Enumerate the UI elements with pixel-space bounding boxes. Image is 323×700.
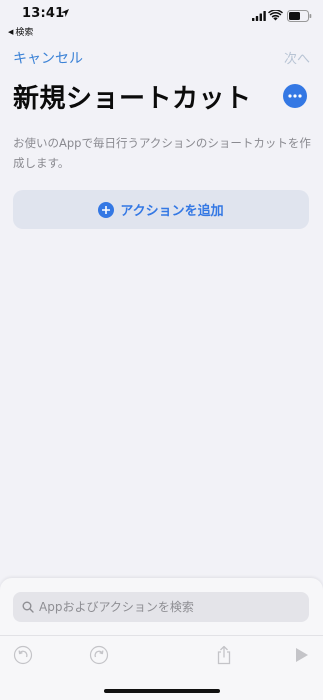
more-options-button[interactable] [283,84,307,108]
navigation-bar: キャンセル 次へ [0,46,323,68]
plus-circle-icon [98,201,115,218]
back-app-label: 検索 [15,28,34,38]
home-indicator [104,689,220,693]
status-time: 13:41 [22,6,65,21]
status-bar: 13:41 ◀ 検索 [0,0,323,38]
back-to-app-button[interactable]: ◀ 検索 [8,25,34,39]
undo-button[interactable] [12,644,34,666]
back-triangle-icon: ◀ [8,27,14,36]
cancel-button[interactable]: キャンセル [13,48,83,68]
wifi-icon [268,10,283,21]
redo-button[interactable] [88,644,110,666]
toolbar-divider [0,635,323,636]
add-action-button[interactable]: アクションを追加 [13,190,309,229]
ellipsis-icon [288,94,302,98]
signal-icon [252,11,266,21]
share-button[interactable] [213,644,235,666]
redo-icon [89,645,109,665]
action-search-panel [0,578,323,700]
share-icon [217,645,231,665]
location-arrow-icon [61,9,69,17]
page-title: 新規ショートカット [13,84,252,114]
next-button[interactable]: 次へ [284,48,310,67]
undo-icon [13,645,33,665]
description-text: お使いのAppで毎日行うアクションのショートカットを作成します。 [13,136,311,170]
play-icon [296,648,308,662]
battery-icon [287,10,312,22]
search-input[interactable] [39,600,299,614]
search-field[interactable] [13,592,309,622]
search-icon [22,601,34,613]
add-action-label: アクションを追加 [120,204,224,219]
run-button[interactable] [290,644,312,666]
